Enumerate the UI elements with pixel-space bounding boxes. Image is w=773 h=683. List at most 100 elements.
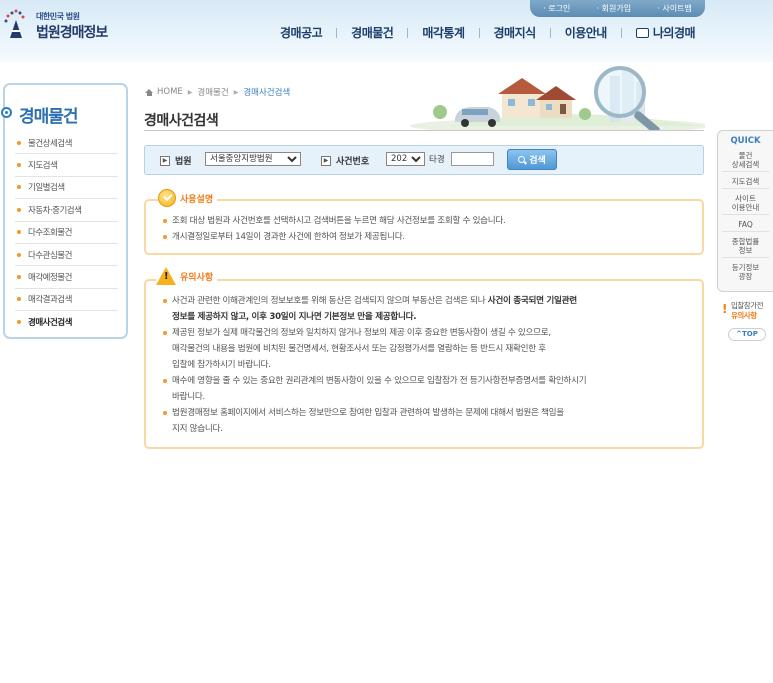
caution-item-emphasis: 정보를 제공하지 않고, 이후 30일이 지나면 기본정보 만을 제공합니다. (172, 312, 417, 322)
quick-menu: QUICK 물건 상세검색 지도검색 사이트 이용안내 FAQ 종합법률 정보 등기정… (717, 130, 773, 292)
book-icon (635, 28, 649, 38)
bullet-icon (163, 379, 167, 383)
caution-item-text: 제공된 정보가 실제 매각물건의 정보와 일치하지 않거나 정보의 제공 이후 … (172, 328, 551, 338)
quick-item-faq[interactable]: FAQ (722, 218, 769, 232)
sidebar-item-map-search[interactable]: 지도검색 (15, 154, 118, 177)
sidebar-item-label: 경매사건검색 (28, 318, 72, 329)
usage-box-header: 사용설명 (158, 189, 218, 207)
sidebar-item-label: 지도검색 (28, 161, 58, 172)
usage-item-text: 조회 대상 법원과 사건번호를 선택하시고 검색버튼을 누르면 해당 사건정보를… (172, 216, 506, 226)
court-select[interactable]: 서울중앙지방법원 (205, 152, 301, 166)
login-link[interactable]: 로그인 (543, 3, 570, 14)
quick-item-registry-info[interactable]: 등기정보 광장 (722, 261, 769, 283)
year-select[interactable]: 2024 (386, 152, 425, 166)
site-logo[interactable]: 대한민국 법원 법원경매정보 (2, 8, 112, 42)
nav-divider (549, 27, 551, 38)
court-logo-icon (4, 9, 25, 38)
quick-item-label: 종합법률 (731, 237, 760, 246)
breadcrumb-current: 경매사건검색 (243, 88, 291, 98)
sidebar-item-label: 자동차·중기검색 (28, 205, 82, 216)
nav-auction-knowledge[interactable]: 경매지식 (494, 24, 537, 41)
nav-divider (407, 27, 409, 38)
logo-title: 법원경매정보 (36, 25, 108, 41)
quick-item-label: 이용안내 (731, 203, 760, 212)
sidebar-item-sale-results[interactable]: 매각결과검색 (15, 289, 118, 312)
header: 대한민국 법원 법원경매정보 로그인 회원가입 사이트맵 경매공고 경매물건 매… (0, 0, 773, 62)
caution-item: 법원경매정보 홈페이지에서 서비스하는 정보만으로 참여한 입찰과 관련하여 발… (163, 405, 701, 437)
bid-notice-link[interactable]: ! 입찰참가전 유의사항 (722, 300, 772, 322)
quick-menu-title: QUICK (730, 136, 761, 146)
target-dot-icon (1, 107, 12, 118)
quick-item-legal-info[interactable]: 종합법률 정보 (722, 235, 769, 258)
sidebar-menu: 물건상세검색 지도검색 기일별검색 자동차·중기검색 다수조회물건 다수관심물건… (15, 132, 118, 334)
search-button-label: 검색 (529, 156, 546, 166)
bullet-icon (163, 299, 167, 303)
caution-item-text: 입찰에 참가하시기 바랍니다. (172, 360, 271, 370)
case-number-input[interactable] (451, 152, 494, 166)
search-icon (518, 156, 526, 163)
quick-item-site-guide[interactable]: 사이트 이용안내 (722, 192, 769, 215)
bullet-icon (163, 235, 167, 239)
usage-title: 사용설명 (180, 194, 214, 205)
sitemap-link[interactable]: 사이트맵 (657, 3, 691, 14)
usage-item: 조회 대상 법원과 사건번호를 선택하시고 검색버튼을 누르면 해당 사건정보를… (163, 213, 506, 229)
global-nav: 경매공고 경매물건 매각통계 경매지식 이용안내 나의경매 (280, 24, 696, 41)
utility-links: 로그인 회원가입 사이트맵 (530, 0, 705, 17)
bullet-icon (17, 230, 21, 235)
court-label: ▶ 법원 (160, 154, 192, 167)
quick-item-detail-search[interactable]: 물건 상세검색 (722, 149, 769, 172)
house-magnifier-illustration (410, 66, 705, 130)
search-button[interactable]: 검색 (507, 149, 557, 170)
home-icon (145, 88, 153, 96)
breadcrumb-home[interactable]: HOME (157, 87, 183, 97)
sidebar-item-date-search[interactable]: 기일별검색 (15, 177, 118, 200)
sidebar-item-scheduled-sale[interactable]: 매각예정물건 (15, 266, 118, 289)
sidebar-item-most-viewed[interactable]: 다수조회물건 (15, 222, 118, 244)
bullet-icon (17, 297, 21, 302)
nav-auction-items[interactable]: 경매물건 (351, 24, 394, 41)
sidebar: 경매물건 물건상세검색 지도검색 기일별검색 자동차·중기검색 다수조회물건 다… (1, 83, 128, 339)
quick-item-label: 정보 (738, 246, 753, 255)
nav-my-auction[interactable]: 나의경매 (635, 24, 696, 41)
nav-auction-notice[interactable]: 경매공고 (280, 24, 323, 41)
breadcrumb-arrow-icon: ▶ (187, 88, 193, 96)
sidebar-item-most-watched[interactable]: 다수관심물건 (15, 244, 118, 267)
breadcrumb-arrow-icon: ▶ (233, 88, 239, 96)
bullet-icon (17, 252, 21, 257)
page-title: 경매사건검색 (144, 113, 219, 129)
caution-item-text: 매각물건의 내용을 법원에 비치된 물건명세서, 현황조사서 또는 감정평가서를… (172, 344, 546, 354)
top-button[interactable]: ^TOP (728, 328, 766, 341)
caution-item-text: 매수에 영향을 줄 수 있는 중요한 권리관계의 변동사항이 있을 수 있으므로… (172, 376, 587, 386)
bullet-icon (163, 219, 167, 223)
sidebar-item-label: 기일별검색 (28, 183, 65, 194)
bid-notice-line2: 유의사항 (731, 311, 757, 320)
sidebar-item-detail-search[interactable]: 물건상세검색 (15, 132, 118, 155)
breadcrumb-auction-items[interactable]: 경매물건 (197, 86, 228, 98)
caution-item-text: 법원경매정보 홈페이지에서 서비스하는 정보만으로 참여한 입찰과 관련하여 발… (172, 408, 564, 418)
nav-sale-stats[interactable]: 매각통계 (422, 24, 465, 41)
quick-item-map-search[interactable]: 지도검색 (722, 175, 769, 189)
quick-item-label: 지도검색 (731, 177, 760, 186)
caution-item-text: 사건과 관련한 이해관계인의 정보보호를 위해 동산은 검색되지 않으며 부동산… (172, 296, 486, 306)
quick-item-label: 등기정보 (731, 263, 760, 272)
bullet-icon (17, 320, 21, 325)
title-divider (144, 130, 704, 131)
signup-link[interactable]: 회원가입 (597, 3, 631, 14)
quick-item-label: 상세검색 (731, 160, 760, 169)
sidebar-title: 경매물건 (1, 99, 126, 129)
sidebar-item-case-search[interactable]: 경매사건검색 (15, 311, 118, 333)
check-icon (158, 189, 176, 207)
usage-item-text: 개시결정일로부터 14일이 경과한 사건에 한하여 정보가 제공됩니다. (172, 232, 405, 242)
sidebar-item-vehicle-search[interactable]: 자동차·중기검색 (15, 199, 118, 222)
sidebar-title-text: 경매물건 (19, 107, 79, 127)
nav-usage-guide[interactable]: 이용안내 (565, 24, 608, 41)
case-search-form: ▶ 법원 서울중앙지방법원 ▶ 사건번호 2024 타경 검색 (144, 145, 704, 175)
sidebar-item-label: 다수관심물건 (28, 250, 72, 261)
caution-item: 매수에 영향을 줄 수 있는 중요한 권리관계의 변동사항이 있을 수 있으므로… (163, 373, 701, 405)
bullet-icon (17, 275, 21, 280)
page: 대한민국 법원 법원경매정보 로그인 회원가입 사이트맵 경매공고 경매물건 매… (0, 0, 773, 683)
sidebar-item-label: 다수조회물건 (28, 228, 72, 239)
bullet-icon (17, 207, 21, 212)
nav-divider (620, 27, 622, 38)
warning-icon (156, 267, 176, 285)
